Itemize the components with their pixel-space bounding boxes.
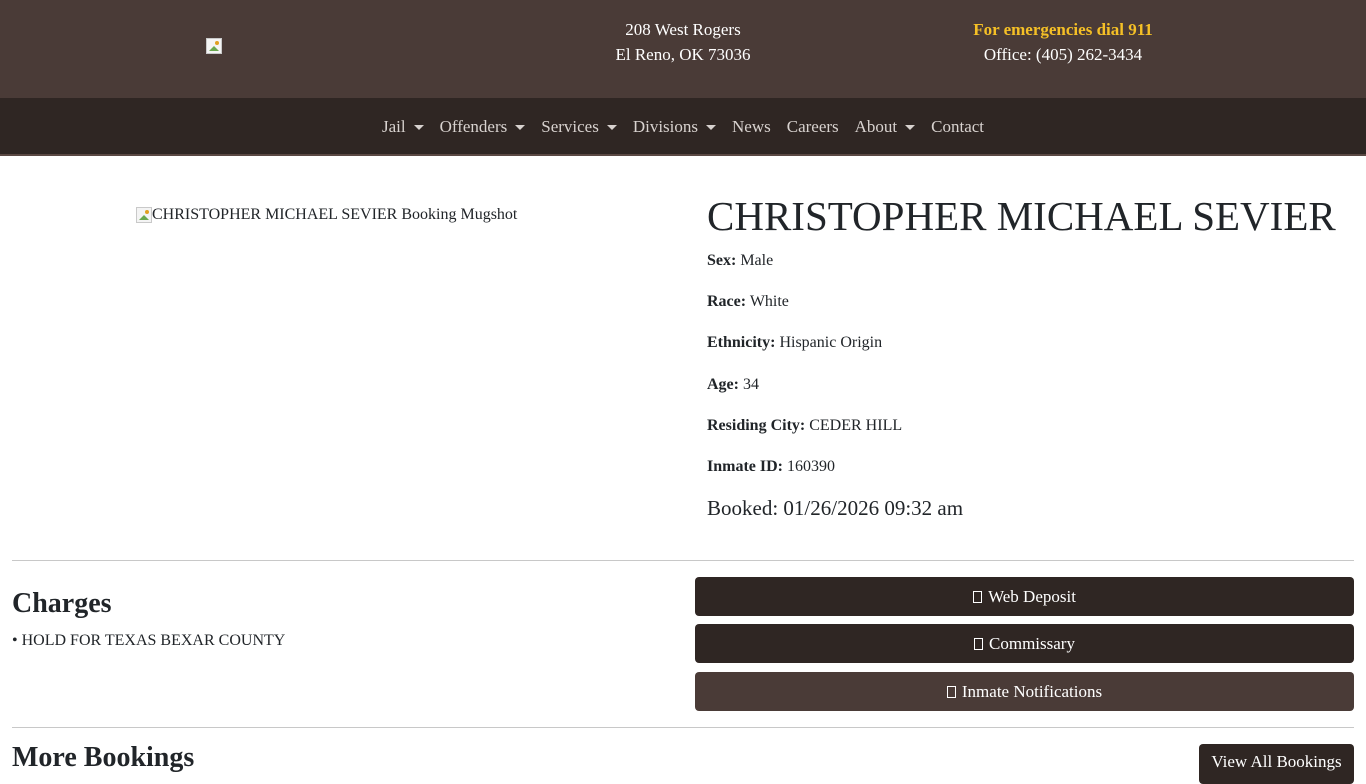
commissary-icon <box>974 637 984 650</box>
field-age: Age: 34 <box>707 375 759 395</box>
caret-down-icon <box>413 124 424 130</box>
caret-down-icon <box>706 124 717 130</box>
nav-item-contact[interactable]: Contact <box>923 117 992 137</box>
field-label: Age: <box>707 376 739 393</box>
view-all-bookings-button[interactable]: View All Bookings <box>1199 744 1354 784</box>
charges-heading: Charges <box>12 588 112 619</box>
field-value: CEDER HILL <box>809 417 903 434</box>
field-label: Residing City: <box>707 417 806 434</box>
field-race: Race: White <box>707 292 789 312</box>
nav-label: Services <box>541 117 599 136</box>
field-ethnicity: Ethnicity: Hispanic Origin <box>707 333 882 353</box>
button-label: Commissary <box>989 633 1075 653</box>
contact-block: For emergencies dial 911 Office: (405) 2… <box>913 17 1213 67</box>
nav-item-offenders[interactable]: Offenders <box>432 117 534 137</box>
office-phone[interactable]: Office: (405) 262-3434 <box>984 45 1142 64</box>
broken-image-icon[interactable] <box>206 38 222 54</box>
field-residing-city: Residing City: CEDER HILL <box>707 416 902 436</box>
nav-item-divisions[interactable]: Divisions <box>625 117 724 137</box>
nav-label: News <box>732 117 771 136</box>
field-inmate-id: Inmate ID: 160390 <box>707 457 835 477</box>
field-label: Inmate ID: <box>707 458 783 475</box>
nav-item-services[interactable]: Services <box>533 117 625 137</box>
nav-item-careers[interactable]: Careers <box>779 117 847 137</box>
field-value: Hispanic Origin <box>779 334 883 351</box>
more-bookings-heading: More Bookings <box>12 742 195 773</box>
nav-list: Jail Offenders Services Divisions News C… <box>0 98 1366 156</box>
nav-item-jail[interactable]: Jail <box>374 117 432 137</box>
nav-label: Jail <box>381 117 406 136</box>
address-line1: 208 West Rogers <box>625 20 741 39</box>
main-navbar: Jail Offenders Services Divisions News C… <box>0 98 1366 156</box>
nav-label: Careers <box>786 117 839 136</box>
web-deposit-icon <box>973 590 983 603</box>
divider <box>12 560 1354 561</box>
nav-label: Contact <box>931 117 985 136</box>
inmate-name: CHRISTOPHER MICHAEL SEVIER <box>707 193 1336 239</box>
mugshot-image: CHRISTOPHER MICHAEL SEVIER Booking Mugsh… <box>136 206 517 224</box>
nav-label: Divisions <box>632 117 699 136</box>
emergency-notice: For emergencies dial 911 <box>973 20 1153 39</box>
caret-down-icon <box>606 124 617 130</box>
nav-label: About <box>854 117 898 136</box>
notification-icon <box>946 685 956 698</box>
charge-item: • HOLD FOR TEXAS BEXAR COUNTY <box>12 632 286 649</box>
commissary-button[interactable]: Commissary <box>695 624 1354 663</box>
mugshot-alt-text: CHRISTOPHER MICHAEL SEVIER Booking Mugsh… <box>152 206 518 223</box>
field-value: 160390 <box>787 458 835 475</box>
web-deposit-button[interactable]: Web Deposit <box>695 577 1354 616</box>
address-block: 208 West Rogers El Reno, OK 73036 <box>583 17 783 67</box>
nav-item-about[interactable]: About <box>847 117 924 137</box>
booked-datetime: Booked: 01/26/2026 09:32 am <box>707 496 964 520</box>
field-sex: Sex: Male <box>707 251 773 271</box>
caret-down-icon <box>905 124 916 130</box>
caret-down-icon <box>515 124 526 130</box>
site-header: 208 West Rogers El Reno, OK 73036 For em… <box>0 0 1366 98</box>
inmate-notifications-button[interactable]: Inmate Notifications <box>695 672 1354 711</box>
field-value: Male <box>740 252 774 269</box>
field-value: 34 <box>742 376 759 393</box>
button-label: Web Deposit <box>988 586 1076 606</box>
divider <box>12 727 1354 728</box>
field-value: White <box>749 293 789 310</box>
broken-image-icon <box>136 207 152 223</box>
nav-item-news[interactable]: News <box>724 117 779 137</box>
field-label: Sex: <box>707 252 737 269</box>
field-label: Race: <box>707 293 747 310</box>
address-line2: El Reno, OK 73036 <box>615 45 751 64</box>
nav-label: Offenders <box>439 117 508 136</box>
button-label: Inmate Notifications <box>961 681 1103 701</box>
field-label: Ethnicity: <box>707 334 776 351</box>
